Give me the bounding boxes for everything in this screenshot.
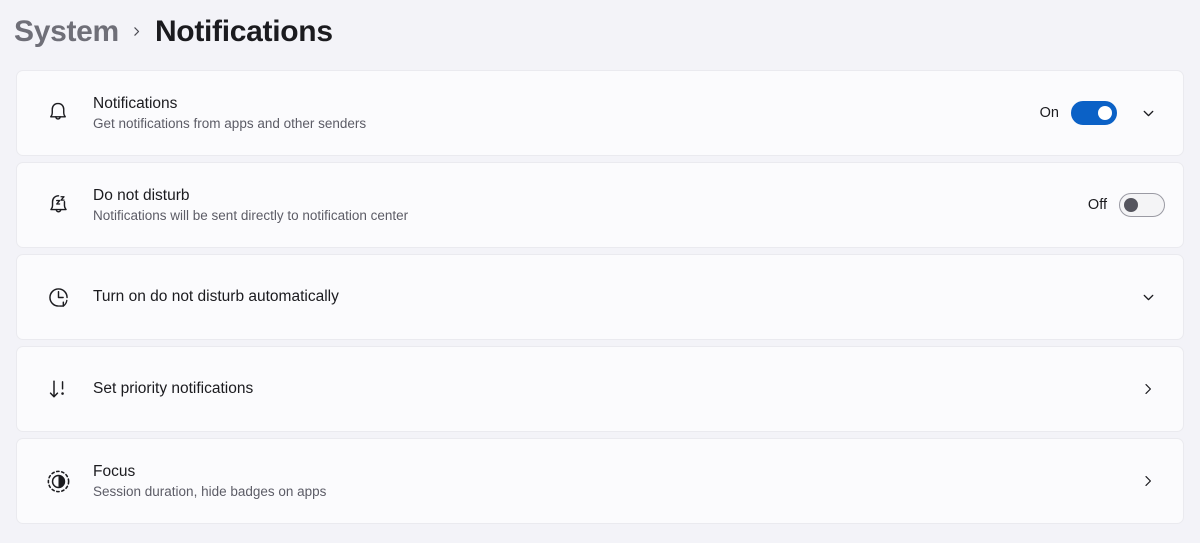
setting-subtitle: Notifications will be sent directly to n… bbox=[93, 207, 409, 223]
setting-title: Turn on do not disturb automatically bbox=[93, 288, 339, 306]
bell-sleep-icon bbox=[39, 192, 77, 219]
setting-subtitle: Session duration, hide badges on apps bbox=[93, 483, 327, 499]
toggle-state-label: Off bbox=[1087, 197, 1107, 213]
setting-row-auto-do-not-disturb[interactable]: Turn on do not disturb automatically bbox=[16, 254, 1184, 340]
setting-row-priority-notifications[interactable]: Set priority notifications bbox=[16, 346, 1184, 432]
setting-row-do-not-disturb[interactable]: Do not disturb Notifications will be sen… bbox=[16, 162, 1184, 248]
do-not-disturb-toggle[interactable] bbox=[1119, 193, 1165, 217]
setting-title: Set priority notifications bbox=[93, 380, 254, 398]
clock-auto-icon bbox=[39, 284, 77, 311]
setting-row-text: Do not disturb Notifications will be sen… bbox=[77, 186, 1088, 225]
focus-session-icon bbox=[39, 468, 77, 495]
setting-row-notifications[interactable]: Notifications Get notifications from app… bbox=[16, 70, 1184, 156]
setting-row-text: Notifications Get notifications from app… bbox=[77, 94, 1040, 133]
priority-sort-icon bbox=[39, 376, 77, 403]
breadcrumb-parent-link[interactable]: System bbox=[14, 16, 119, 47]
setting-row-text: Focus Session duration, hide badges on a… bbox=[77, 462, 1117, 501]
setting-row-text: Turn on do not disturb automatically bbox=[77, 287, 1117, 306]
page-title: Notifications bbox=[154, 14, 333, 48]
setting-title: Do not disturb bbox=[93, 186, 190, 204]
toggle-knob bbox=[1124, 198, 1138, 212]
toggle-state-label: On bbox=[1039, 105, 1059, 121]
setting-subtitle: Get notifications from apps and other se… bbox=[93, 115, 367, 131]
setting-row-focus[interactable]: Focus Session duration, hide badges on a… bbox=[16, 438, 1184, 524]
toggle-knob bbox=[1098, 106, 1112, 120]
breadcrumb: System Notifications bbox=[0, 0, 1200, 52]
setting-row-controls: Off bbox=[1088, 193, 1165, 217]
chevron-down-icon[interactable] bbox=[1131, 280, 1165, 314]
setting-title: Notifications bbox=[93, 94, 178, 112]
notifications-toggle[interactable] bbox=[1071, 101, 1117, 125]
setting-row-text: Set priority notifications bbox=[77, 379, 1117, 398]
setting-row-controls bbox=[1117, 372, 1165, 406]
bell-icon bbox=[39, 100, 77, 126]
chevron-right-icon[interactable] bbox=[1131, 464, 1165, 498]
setting-row-controls bbox=[1117, 280, 1165, 314]
chevron-right-icon bbox=[129, 17, 145, 47]
settings-card-list: Notifications Get notifications from app… bbox=[0, 52, 1200, 524]
settings-page: System Notifications Notifications Get n… bbox=[0, 0, 1200, 543]
chevron-down-icon[interactable] bbox=[1131, 96, 1165, 130]
setting-title: Focus bbox=[93, 462, 136, 480]
chevron-right-icon[interactable] bbox=[1131, 372, 1165, 406]
setting-row-controls: On bbox=[1040, 96, 1165, 130]
setting-row-controls bbox=[1117, 464, 1165, 498]
